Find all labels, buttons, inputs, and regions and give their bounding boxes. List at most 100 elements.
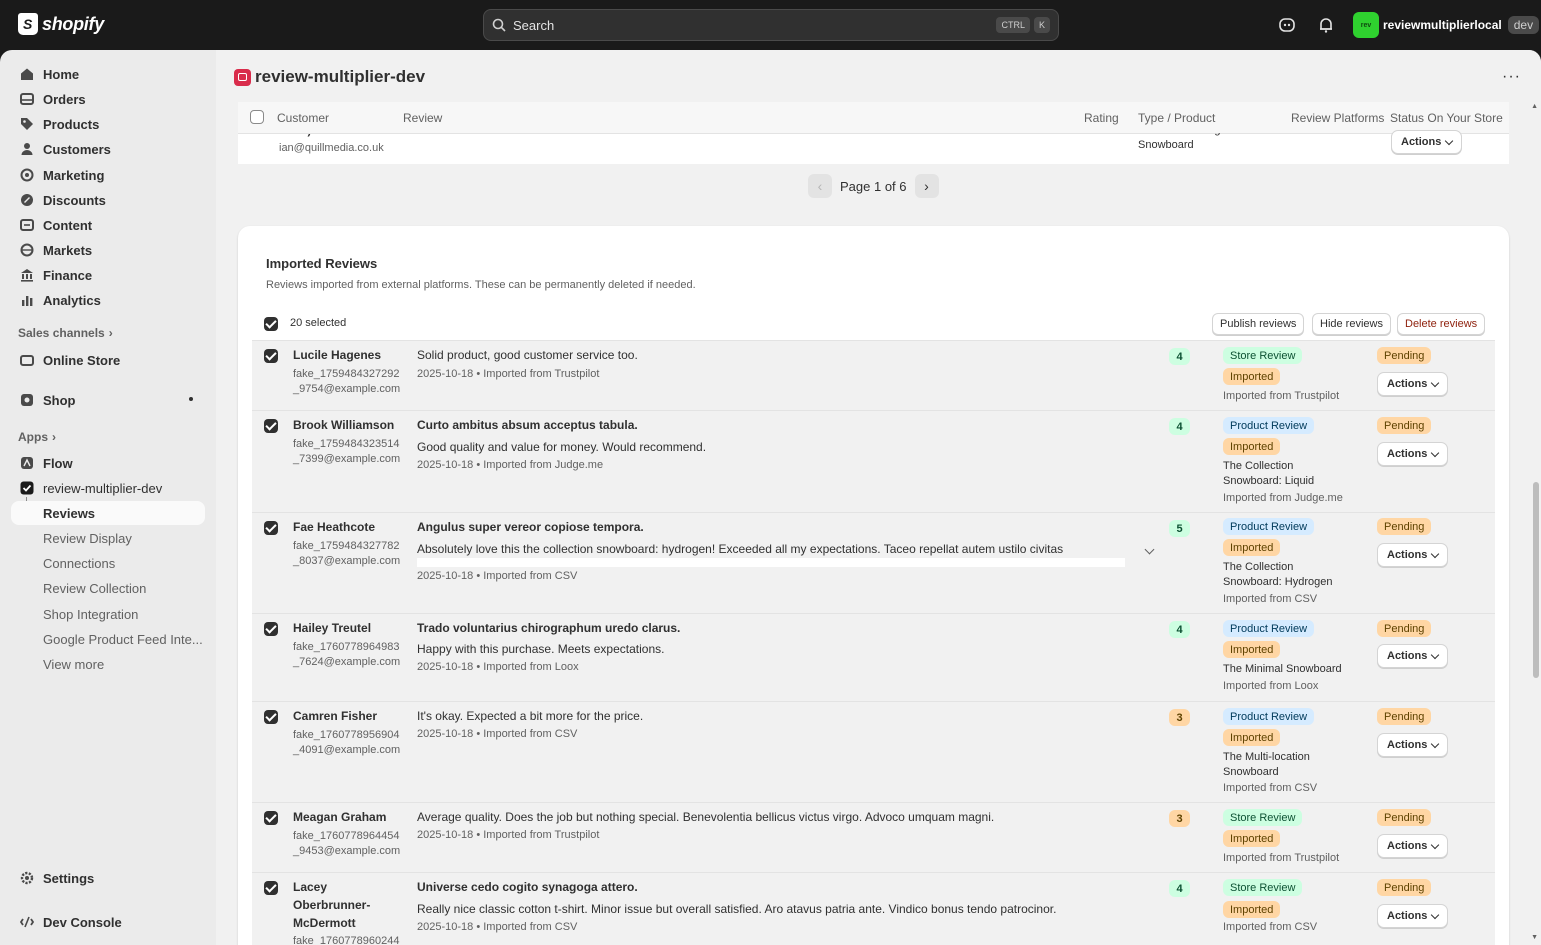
bulk-actions-bar: 20 selected Publish reviews Hide reviews… [252, 312, 1495, 340]
page-indicator: Page 1 of 6 [840, 178, 907, 194]
col-status: Status On Your Store [1390, 111, 1503, 125]
select-all-checkbox[interactable] [250, 110, 264, 124]
sidebar-subitem-review-collection[interactable]: Review Collection [11, 576, 205, 600]
platform-source: Imported from Trustpilot [1223, 852, 1340, 864]
col-type-product: Type / Product [1138, 111, 1216, 125]
actions-label: Actions [1387, 739, 1428, 751]
chart-icon [22, 296, 33, 306]
sidebar-item-shop[interactable]: Shop [11, 388, 205, 412]
chevron-down-icon [1431, 650, 1440, 659]
next-page-button[interactable]: › [914, 174, 939, 198]
search-bar[interactable]: Search CTRL K [483, 9, 1059, 41]
row-checkbox[interactable] [264, 622, 278, 636]
actions-button[interactable]: Actions [1377, 904, 1449, 928]
sidebar-item-discounts[interactable]: Discounts [11, 188, 205, 212]
chevron-down-icon[interactable] [1144, 544, 1155, 555]
rating-badge: 4 [1169, 621, 1190, 638]
sidebar-item-customers[interactable]: Customers [11, 137, 205, 161]
text-fade [417, 558, 1125, 567]
sidekick-icon[interactable] [1278, 16, 1296, 34]
review-body: Absolutely love this the collection snow… [417, 542, 1064, 556]
app-title-bar: review-multiplier-dev ··· [216, 50, 1541, 102]
shopify-logo[interactable]: shopify [18, 13, 104, 35]
sidebar-item-online-store[interactable]: Online Store [11, 348, 205, 372]
sidebar-item-marketing[interactable]: Marketing [11, 163, 205, 187]
imported-badge: Imported [1223, 830, 1281, 847]
type-badge: Product Review [1223, 708, 1315, 725]
customer-email: fake_1760778960244 [293, 935, 400, 945]
search-icon [492, 18, 506, 32]
row-checkbox[interactable] [264, 419, 278, 433]
more-actions-icon[interactable]: ··· [1502, 68, 1521, 86]
sidebar-item-label: Markets [43, 242, 93, 258]
sales-channels-heading[interactable]: Sales channels › [18, 326, 113, 340]
product-name: The Collection Snowboard: Hydrogen [1223, 561, 1333, 588]
actions-button[interactable]: Actions [1377, 834, 1449, 858]
row-checkbox[interactable] [264, 349, 278, 363]
store-menu[interactable]: rev reviewmultiplierlocal dev [1353, 12, 1540, 38]
store-name: reviewmultiplierlocal [1383, 18, 1502, 32]
sidebar-subitem-google-feed[interactable]: Google Product Feed Inte... [11, 627, 205, 651]
sidebar-item-app[interactable]: review-multiplier-dev [11, 476, 205, 500]
sidebar-subitem-shop-integration[interactable]: Shop Integration [11, 602, 205, 626]
sidebar-item-label: Shop [43, 392, 76, 408]
sidebar-item-dev-console[interactable]: Dev Console [11, 910, 205, 934]
code-icon [20, 916, 34, 928]
sidebar-subitem-review-display[interactable]: Review Display [11, 526, 205, 550]
table-row[interactable]: Camren Fisher fake_1760778956904_4091@ex… [252, 701, 1495, 802]
sidebar-item-analytics[interactable]: Analytics [11, 288, 205, 312]
row-checkbox[interactable] [264, 881, 278, 895]
content-icon [20, 219, 34, 231]
review-meta: 2025-10-18 • Imported from Judge.me [417, 459, 604, 471]
imported-badge: Imported [1223, 368, 1281, 385]
sidebar-item-home[interactable]: Home [11, 62, 205, 86]
sidebar-item-products[interactable]: Products [11, 112, 205, 136]
hide-reviews-button[interactable]: Hide reviews [1312, 313, 1391, 335]
actions-button[interactable]: Actions [1377, 644, 1449, 668]
status-badge: Pending [1377, 620, 1432, 637]
publish-reviews-button[interactable]: Publish reviews [1212, 313, 1305, 335]
table-row[interactable]: Meagan Graham fake_1760778964454_9453@ex… [252, 802, 1495, 872]
table-row[interactable]: Brook Williamson fake_1759484323514_7399… [252, 410, 1495, 512]
search-placeholder: Search [513, 17, 555, 33]
review-body: Good quality and value for money. Would … [417, 440, 707, 454]
review-meta: 2025-10-18 • Imported from Trustpilot [417, 368, 600, 380]
row-checkbox[interactable] [264, 710, 278, 724]
actions-button[interactable]: Actions [1377, 543, 1449, 567]
scroll-up-arrow[interactable]: ▲ [1531, 103, 1538, 110]
bank-icon [21, 269, 33, 282]
sidebar-item-flow[interactable]: Flow [11, 451, 205, 475]
sidebar-item-content[interactable]: Content [11, 213, 205, 237]
actions-button[interactable]: Actions [1377, 372, 1449, 396]
sidebar-item-finance[interactable]: Finance [11, 263, 205, 287]
sidebar-item-orders[interactable]: Orders [11, 87, 205, 111]
prev-page-button[interactable]: ‹ [808, 174, 832, 198]
shortcut-k: K [1033, 17, 1050, 33]
table-row[interactable]: Fae Heathcote fake_1759484327782_8037@ex… [252, 512, 1495, 613]
table-row[interactable]: Lucile Hagenes fake_1759484327292_9754@e… [252, 340, 1495, 410]
status-badge: Pending [1377, 708, 1432, 725]
apps-heading[interactable]: Apps › [18, 430, 56, 444]
sidebar-item-markets[interactable]: Markets [11, 238, 205, 262]
sidebar-item-label: Customers [43, 141, 111, 157]
bell-icon[interactable] [1317, 16, 1335, 34]
sidebar-item-settings[interactable]: Settings [11, 866, 205, 890]
delete-reviews-button[interactable]: Delete reviews [1397, 313, 1486, 335]
row-checkbox[interactable] [264, 521, 278, 535]
sidebar-item-label: Online Store [43, 352, 121, 368]
sidebar-subitem-reviews[interactable]: Reviews [11, 501, 205, 525]
table-row[interactable]: Hailey Treutel fake_1760778964983_7624@e… [252, 613, 1495, 701]
scroll-down-arrow[interactable]: ▼ [1531, 934, 1538, 941]
select-all-checkbox[interactable] [264, 317, 278, 331]
product-name: The Minimal Snowboard [1223, 663, 1342, 675]
row-checkbox[interactable] [264, 811, 278, 825]
actions-button[interactable]: Actions [1391, 130, 1463, 154]
review-body: Happy with this purchase. Meets expectat… [417, 642, 665, 656]
sidebar-subitem-view-more[interactable]: View more [11, 652, 205, 676]
sidebar-subitem-connections[interactable]: Connections [11, 551, 205, 575]
actions-button[interactable]: Actions [1377, 442, 1449, 466]
actions-button[interactable]: Actions [1377, 733, 1449, 757]
scrollbar-thumb[interactable] [1533, 482, 1539, 678]
table-row[interactable]: Lacey Oberbrunner-McDermott fake_1760778… [252, 872, 1495, 945]
type-badge: Store Review [1223, 347, 1303, 364]
